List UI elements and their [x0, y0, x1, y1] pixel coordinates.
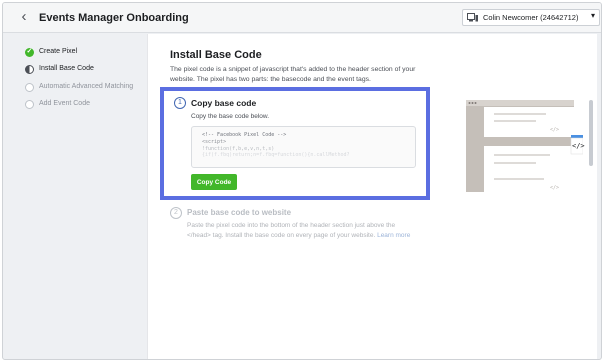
empty-circle-icon [25, 100, 34, 109]
section-title: Install Base Code [170, 49, 262, 61]
step-2-description: Paste the pixel code into the bottom of … [187, 221, 412, 240]
back-arrow-icon[interactable]: ‹ [16, 9, 32, 25]
svg-text:</>: </> [550, 127, 559, 133]
step-number-badge: 2 [170, 207, 182, 219]
step-number-badge: 1 [174, 97, 186, 109]
account-name: Colin Newcomer (24642712) [483, 13, 579, 22]
section-description: The pixel code is a snippet of javascrip… [170, 66, 416, 83]
window-frame: ‹ Events Manager Onboarding Colin Newcom… [2, 2, 602, 360]
code-line: <!-- Facebook Pixel Code --> [202, 132, 287, 138]
code-line: <script> [202, 138, 227, 145]
account-selector[interactable]: Colin Newcomer (24642712) ▾ [462, 9, 600, 26]
step-2-title: Paste base code to website [187, 208, 292, 217]
code-placement-illustration: </> </> [466, 100, 583, 192]
code-line: {if(f.fbq)return;n=f.fbq=function(){n.ca… [202, 152, 350, 159]
sidebar-step-label: Install Base Code [39, 65, 94, 72]
empty-circle-icon [25, 83, 34, 92]
sidebar-step-label: Automatic Advanced Matching [39, 83, 134, 90]
sidebar-step-label: Add Event Code [39, 100, 90, 107]
copy-code-button[interactable]: Copy Code [191, 174, 237, 190]
top-bar: ‹ Events Manager Onboarding Colin Newcom… [3, 3, 601, 33]
sidebar-step-label: Create Pixel [39, 48, 78, 55]
code-tag-label: </> [572, 142, 585, 150]
svg-text:</>: </> [550, 185, 559, 191]
chevron-down-icon: ▾ [590, 11, 595, 20]
check-circle-icon [25, 47, 34, 57]
page-title: Events Manager Onboarding [39, 12, 189, 24]
business-account-icon [467, 13, 478, 22]
half-filled-circle-icon [25, 65, 34, 74]
step-1-card: 1 Copy base code Copy the base code belo… [160, 87, 430, 200]
learn-more-link[interactable]: Learn more [377, 232, 410, 239]
code-line: !function(f,b,e,v,n,t,s) [202, 145, 275, 152]
onboarding-steps-sidebar: Create Pixel Install Base Code Automatic… [3, 34, 143, 359]
main-panel: Install Base Code The pixel code is a sn… [147, 34, 597, 359]
step-1-subtitle: Copy the base code below. [191, 113, 270, 120]
base-code-box[interactable]: <!-- Facebook Pixel Code --> <script> !f… [191, 126, 416, 168]
step-1-title: Copy base code [191, 98, 257, 108]
scrollbar[interactable] [589, 100, 593, 166]
step-2-text: Paste the pixel code into the bottom of … [187, 222, 396, 239]
